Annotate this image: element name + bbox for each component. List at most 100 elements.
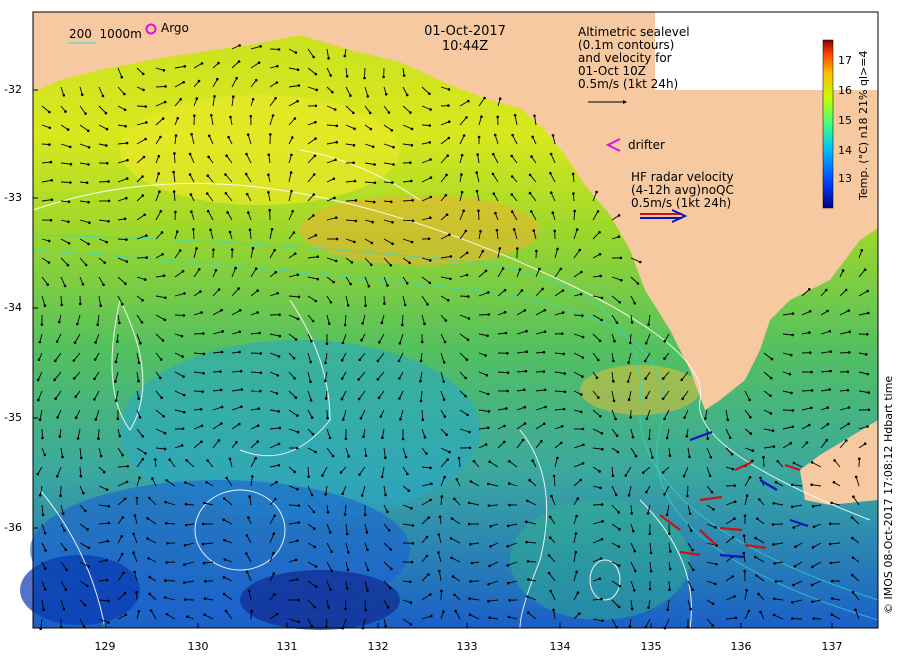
velocity-arrow-head — [292, 356, 296, 360]
velocity-arrow-head — [429, 466, 432, 470]
velocity-arrow-head — [190, 133, 193, 136]
velocity-arrow-head — [450, 517, 454, 520]
velocity-arrow-head — [410, 179, 413, 183]
velocity-arrow — [345, 599, 347, 610]
velocity-arrow-head — [380, 475, 384, 479]
velocity-arrow-head — [811, 546, 815, 549]
velocity-arrow-head — [296, 317, 300, 321]
velocity-arrow-head — [176, 117, 179, 120]
velocity-arrow-head — [429, 158, 432, 161]
velocity-arrow-head — [542, 422, 546, 426]
argo-label: Argo — [161, 21, 189, 35]
velocity-arrow-head — [163, 100, 167, 104]
velocity-arrow-head — [518, 268, 522, 271]
velocity-arrow-head — [269, 133, 272, 136]
x-tick-label: 137 — [821, 640, 843, 653]
velocity-arrow-head — [107, 505, 111, 508]
velocity-arrow-head — [644, 341, 648, 345]
velocity-arrow-head — [116, 340, 119, 343]
velocity-arrow-head — [828, 330, 832, 333]
warm-patch — [300, 195, 540, 265]
velocity-arrow-head — [828, 388, 831, 391]
velocity-arrow-head — [769, 376, 773, 380]
velocity-arrow-head — [636, 282, 640, 285]
velocity-arrow-head — [446, 154, 450, 157]
velocity-arrow-head — [222, 518, 225, 521]
velocity-arrow-head — [617, 564, 621, 567]
drifter-label: drifter — [628, 138, 665, 152]
velocity-arrow — [345, 199, 356, 202]
velocity-arrow-head — [661, 397, 665, 401]
velocity-arrow-head — [487, 291, 490, 294]
velocity-arrow-head — [442, 361, 446, 364]
velocity-arrow-head — [470, 561, 474, 565]
velocity-arrow-head — [455, 478, 459, 481]
velocity-arrow-head — [617, 511, 620, 514]
velocity-arrow-head — [642, 471, 645, 474]
velocity-arrow-head — [68, 145, 72, 149]
velocity-arrow-head — [542, 350, 546, 354]
velocity-arrow-head — [468, 613, 472, 616]
velocity-arrow-head — [597, 358, 600, 362]
velocity-arrow-head — [627, 361, 630, 364]
velocity-arrow-head — [772, 543, 775, 546]
velocity-arrow-head — [69, 162, 73, 166]
velocity-arrow-head — [297, 521, 301, 524]
velocity-arrow-head — [792, 583, 795, 587]
velocity-arrow-head — [273, 248, 276, 252]
velocity-arrow-head — [224, 173, 227, 176]
velocity-arrow-head — [237, 287, 240, 290]
velocity-arrow-head — [638, 260, 642, 264]
velocity-arrow-head — [148, 496, 151, 500]
velocity-arrow-head — [310, 416, 314, 419]
velocity-arrow-head — [202, 372, 205, 375]
velocity-arrow-head — [80, 93, 84, 96]
velocity-arrow-head — [224, 609, 228, 613]
velocity-arrow-head — [615, 434, 619, 438]
velocity-arrow-head — [581, 427, 585, 431]
velocity-arrow-head — [563, 372, 566, 375]
velocity-arrow-head — [465, 116, 468, 119]
velocity-arrow-head — [844, 288, 848, 292]
warm-patch — [120, 95, 400, 205]
velocity-arrow-head — [272, 551, 275, 555]
velocity-arrow-head — [581, 462, 585, 465]
velocity-arrow-head — [297, 295, 301, 299]
velocity-arrow-head — [219, 388, 223, 392]
velocity-arrow-head — [598, 470, 601, 473]
velocity-arrow-head — [226, 211, 229, 214]
velocity-arrow-head — [334, 259, 338, 263]
velocity-arrow-head — [507, 615, 511, 619]
velocity-arrow-head — [597, 396, 600, 399]
velocity-arrow-head — [309, 360, 313, 364]
velocity-arrow-head — [469, 480, 473, 483]
velocity-arrow-head — [668, 588, 671, 591]
velocity-arrow-head — [429, 195, 433, 199]
velocity-arrow-head — [769, 412, 773, 415]
x-tick-label: 136 — [730, 640, 752, 653]
velocity-arrow-head — [290, 153, 293, 157]
velocity-arrow-head — [246, 133, 250, 136]
velocity-arrow-head — [429, 259, 432, 262]
velocity-arrow-head — [41, 436, 44, 440]
velocity-arrow-head — [367, 284, 371, 288]
velocity-arrow-head — [484, 269, 488, 273]
velocity-arrow-head — [184, 523, 188, 527]
velocity-arrow-head — [178, 249, 182, 252]
velocity-arrow-head — [627, 494, 631, 497]
velocity-arrow-head — [254, 456, 257, 460]
isobath-legend: 200 1000m — [69, 28, 142, 41]
velocity-arrow-head — [618, 584, 622, 588]
velocity-arrow-head — [487, 599, 490, 603]
velocity-arrow-head — [825, 438, 828, 442]
velocity-arrow-head — [296, 430, 300, 434]
velocity-arrow-head — [106, 539, 110, 543]
velocity-arrow-head — [49, 160, 53, 164]
velocity-arrow-head — [462, 209, 466, 213]
velocity-arrow-head — [76, 322, 79, 326]
velocity-arrow-head — [615, 321, 619, 325]
velocity-arrow-head — [157, 154, 161, 158]
velocity-arrow-head — [270, 228, 274, 231]
velocity-arrow-head — [347, 550, 350, 554]
velocity-arrow-head — [235, 440, 238, 444]
